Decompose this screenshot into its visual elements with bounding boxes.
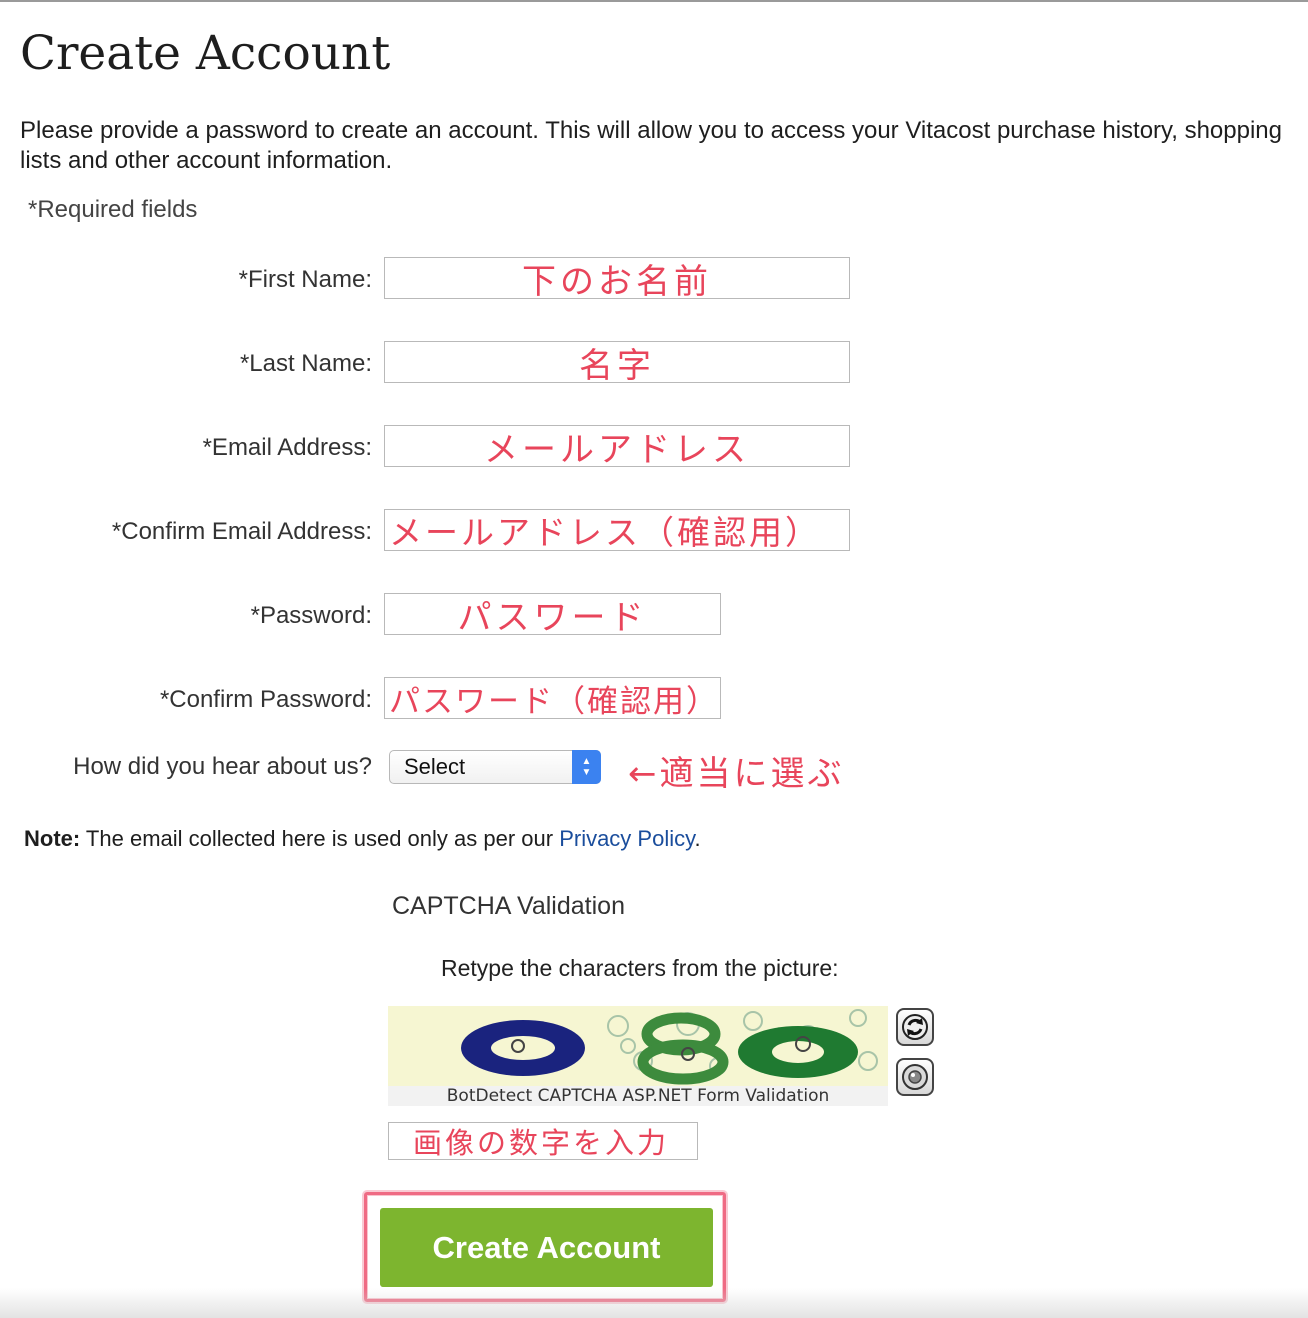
first-name-field[interactable]: 下のお名前 (384, 257, 850, 299)
refresh-icon (902, 1014, 928, 1040)
select-chevron-icon: ▲ ▼ (572, 750, 601, 784)
email-label: *Email Address: (202, 434, 372, 461)
page-title: Create Account (20, 26, 391, 81)
captcha-input[interactable]: 画像の数字を入力 (388, 1122, 698, 1160)
email-field[interactable]: メールアドレス (384, 425, 850, 467)
create-account-button[interactable]: Create Account (380, 1208, 713, 1287)
last-name-label: *Last Name: (239, 350, 372, 377)
select-annotation: ←適当に選ぶ (628, 754, 845, 794)
note-end: . (694, 826, 701, 851)
note-text: The email collected here is used only as… (80, 826, 560, 851)
privacy-policy-link[interactable]: Privacy Policy (559, 826, 694, 851)
required-fields-note: *Required fields (28, 196, 198, 223)
speaker-icon (902, 1064, 928, 1090)
password-label: *Password: (250, 602, 372, 629)
confirm-password-field[interactable]: パスワード（確認用） (384, 677, 721, 719)
captcha-image: BotDetect CAPTCHA ASP.NET Form Validatio… (388, 1006, 888, 1106)
confirm-email-label: *Confirm Email Address: (111, 518, 372, 545)
hear-about-label: How did you hear about us? (73, 753, 372, 780)
captcha-instruction: Retype the characters from the picture: (441, 955, 839, 981)
note-bold-label: Note: (24, 826, 81, 851)
first-name-label: *First Name: (238, 266, 372, 293)
captcha-title: CAPTCHA Validation (392, 892, 625, 920)
intro-text: Please provide a password to create an a… (20, 117, 1283, 174)
password-field[interactable]: パスワード (384, 593, 721, 635)
captcha-caption: BotDetect CAPTCHA ASP.NET Form Validatio… (388, 1086, 888, 1106)
bottom-shadow (0, 1288, 1308, 1318)
captcha-refresh-button[interactable] (896, 1008, 934, 1046)
confirm-email-field[interactable]: メールアドレス（確認用） (384, 509, 850, 551)
top-divider (0, 0, 1308, 2)
hear-about-select[interactable]: Select ▲ ▼ (389, 750, 601, 784)
captcha-audio-button[interactable] (896, 1058, 934, 1096)
last-name-field[interactable]: 名字 (384, 341, 850, 383)
hear-about-selected-value: Select (404, 754, 466, 779)
confirm-password-label: *Confirm Password: (159, 686, 372, 713)
privacy-note: Note: The email collected here is used o… (24, 826, 701, 852)
